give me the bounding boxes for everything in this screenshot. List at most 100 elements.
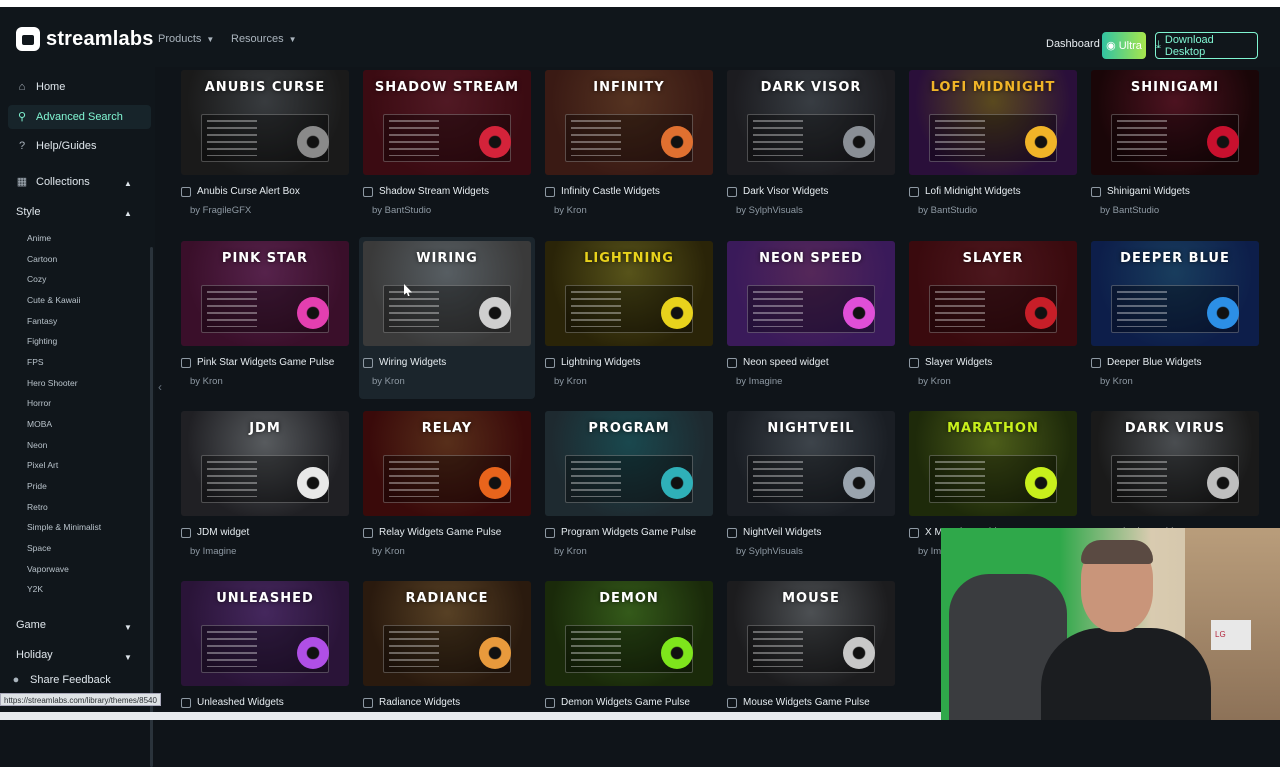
theme-thumbnail[interactable]: LIGHTNING [545,241,713,346]
theme-thumbnail[interactable]: PINK STAR [181,241,349,346]
dashboard-link[interactable]: Dashboard [1046,38,1100,50]
style-filter-vaporwave[interactable]: Vaporwave [27,564,69,574]
chevron-down-icon[interactable]: ▼ [124,623,132,632]
ultra-button[interactable]: ◉ Ultra [1102,32,1146,59]
theme-author[interactable]: by Kron [1100,376,1259,387]
theme-card-title[interactable]: Lofi Midnight Widgets [909,186,1077,197]
theme-author[interactable]: by Kron [372,376,531,387]
theme-card-title[interactable]: Demon Widgets Game Pulse [545,697,713,708]
style-filter-fighting[interactable]: Fighting [27,336,57,346]
theme-author[interactable]: by BantStudio [918,205,1077,216]
theme-thumbnail[interactable]: RADIANCE [363,581,531,686]
chevron-down-icon[interactable]: ▼ [124,653,132,662]
style-filter-neon[interactable]: Neon [27,440,47,450]
theme-card[interactable]: LOFI MIDNIGHT Lofi Midnight Widgets by Ban… [909,70,1077,216]
theme-card[interactable]: INFINITY Infinity Castle Widgets by Kron [545,70,713,216]
download-desktop-button[interactable]: ⤓ Download Desktop [1155,32,1258,59]
theme-author[interactable]: by SylphVisuals [736,546,895,557]
theme-card[interactable]: SHINIGAMI Shinigami Widgets by BantStudio [1091,70,1259,216]
theme-card[interactable]: JDM JDM widget by Imagine [181,411,349,557]
theme-card-title[interactable]: Unleashed Widgets [181,697,349,708]
theme-card[interactable]: NIGHTVEIL NightVeil Widgets by SylphVisual… [727,411,895,557]
style-filter-moba[interactable]: MOBA [27,419,52,429]
streamlabs-logo[interactable]: streamlabs [16,26,154,52]
chevron-up-icon[interactable]: ▲ [124,179,132,188]
theme-author[interactable]: by Kron [372,546,531,557]
theme-author[interactable]: by BantStudio [1100,205,1259,216]
style-filter-pixel-art[interactable]: Pixel Art [27,460,58,470]
sidebar-scrollbar[interactable] [150,247,153,767]
theme-thumbnail[interactable]: DEEPER BLUE [1091,241,1259,346]
sidebar-item-home[interactable]: ⌂ Home [16,81,66,93]
style-filter-anime[interactable]: Anime [27,233,51,243]
collapse-sidebar-icon[interactable]: ‹ [158,380,162,394]
theme-thumbnail[interactable]: MOUSE [727,581,895,686]
theme-author[interactable]: by Kron [190,376,349,387]
sidebar-item-advanced-search[interactable]: ⚲ Advanced Search [8,105,151,129]
theme-card-title[interactable]: Slayer Widgets [909,357,1077,368]
theme-thumbnail[interactable]: NEON SPEED [727,241,895,346]
theme-card-title[interactable]: Lightning Widgets [545,357,713,368]
theme-thumbnail[interactable]: DARK VISOR [727,70,895,175]
style-filter-fantasy[interactable]: Fantasy [27,316,57,326]
style-filter-horror[interactable]: Horror [27,398,51,408]
theme-card-title[interactable]: Mouse Widgets Game Pulse [727,697,895,708]
theme-thumbnail[interactable]: MARATHON [909,411,1077,516]
theme-thumbnail[interactable]: WIRING [363,241,531,346]
theme-card[interactable]: PINK STAR Pink Star Widgets Game Pulse by … [181,241,349,387]
style-filter-fps[interactable]: FPS [27,357,44,367]
sidebar-item-collections[interactable]: ▦ Collections [16,176,90,188]
style-filter-space[interactable]: Space [27,543,51,553]
sidebar-section-game[interactable]: Game [16,619,46,631]
theme-card[interactable]: DEEPER BLUE Deeper Blue Widgets by Kron [1091,241,1259,387]
share-feedback-button[interactable]: ● Share Feedback [10,674,111,686]
theme-thumbnail[interactable]: JDM [181,411,349,516]
theme-card-title[interactable]: Deeper Blue Widgets [1091,357,1259,368]
theme-card[interactable]: RADIANCE Radiance Widgets [363,581,531,708]
theme-card-title[interactable]: Wiring Widgets [363,357,531,368]
theme-card[interactable]: LIGHTNING Lightning Widgets by Kron [545,241,713,387]
style-filter-pride[interactable]: Pride [27,481,47,491]
style-filter-cartoon[interactable]: Cartoon [27,254,57,264]
theme-thumbnail[interactable]: PROGRAM [545,411,713,516]
theme-thumbnail[interactable]: RELAY [363,411,531,516]
sidebar-item-help[interactable]: ? Help/Guides [16,140,97,152]
theme-author[interactable]: by Kron [554,205,713,216]
theme-card-title[interactable]: Infinity Castle Widgets [545,186,713,197]
theme-card-title[interactable]: Relay Widgets Game Pulse [363,527,531,538]
style-filter-simple-minimalist[interactable]: Simple & Minimalist [27,522,101,532]
products-menu[interactable]: Products ▼ [158,33,214,45]
sidebar-section-style[interactable]: Style [16,206,40,218]
theme-card[interactable]: PROGRAM Program Widgets Game Pulse by Kron [545,411,713,557]
style-filter-cute-kawaii[interactable]: Cute & Kawaii [27,295,80,305]
theme-card-title[interactable]: Shadow Stream Widgets [363,186,531,197]
theme-card-title[interactable]: NightVeil Widgets [727,527,895,538]
theme-card-title[interactable]: Dark Visor Widgets [727,186,895,197]
theme-card-title[interactable]: Radiance Widgets [363,697,531,708]
theme-thumbnail[interactable]: SLAYER [909,241,1077,346]
theme-card-title[interactable]: JDM widget [181,527,349,538]
theme-author[interactable]: by Kron [554,376,713,387]
theme-card[interactable]: SLAYER Slayer Widgets by Kron [909,241,1077,387]
chevron-up-icon[interactable]: ▲ [124,209,132,218]
theme-thumbnail[interactable]: SHINIGAMI [1091,70,1259,175]
theme-thumbnail[interactable]: INFINITY [545,70,713,175]
style-filter-y2k[interactable]: Y2K [27,584,43,594]
theme-thumbnail[interactable]: SHADOW STREAM [363,70,531,175]
theme-card[interactable]: MOUSE Mouse Widgets Game Pulse [727,581,895,708]
sidebar-section-holiday[interactable]: Holiday [16,649,53,661]
style-filter-hero-shooter[interactable]: Hero Shooter [27,378,78,388]
theme-card-title[interactable]: Pink Star Widgets Game Pulse [181,357,349,368]
theme-author[interactable]: by BantStudio [372,205,531,216]
theme-author[interactable]: by Kron [554,546,713,557]
theme-card[interactable]: SHADOW STREAM Shadow Stream Widgets by Ban… [363,70,531,216]
theme-card[interactable]: RELAY Relay Widgets Game Pulse by Kron [363,411,531,557]
theme-author[interactable]: by FragileGFX [190,205,349,216]
theme-thumbnail[interactable]: DEMON [545,581,713,686]
theme-thumbnail[interactable]: DARK VIRUS [1091,411,1259,516]
style-filter-retro[interactable]: Retro [27,502,48,512]
theme-card[interactable]: DEMON Demon Widgets Game Pulse [545,581,713,708]
theme-thumbnail[interactable]: UNLEASHED [181,581,349,686]
resources-menu[interactable]: Resources ▼ [231,33,297,45]
theme-card-title[interactable]: Program Widgets Game Pulse [545,527,713,538]
